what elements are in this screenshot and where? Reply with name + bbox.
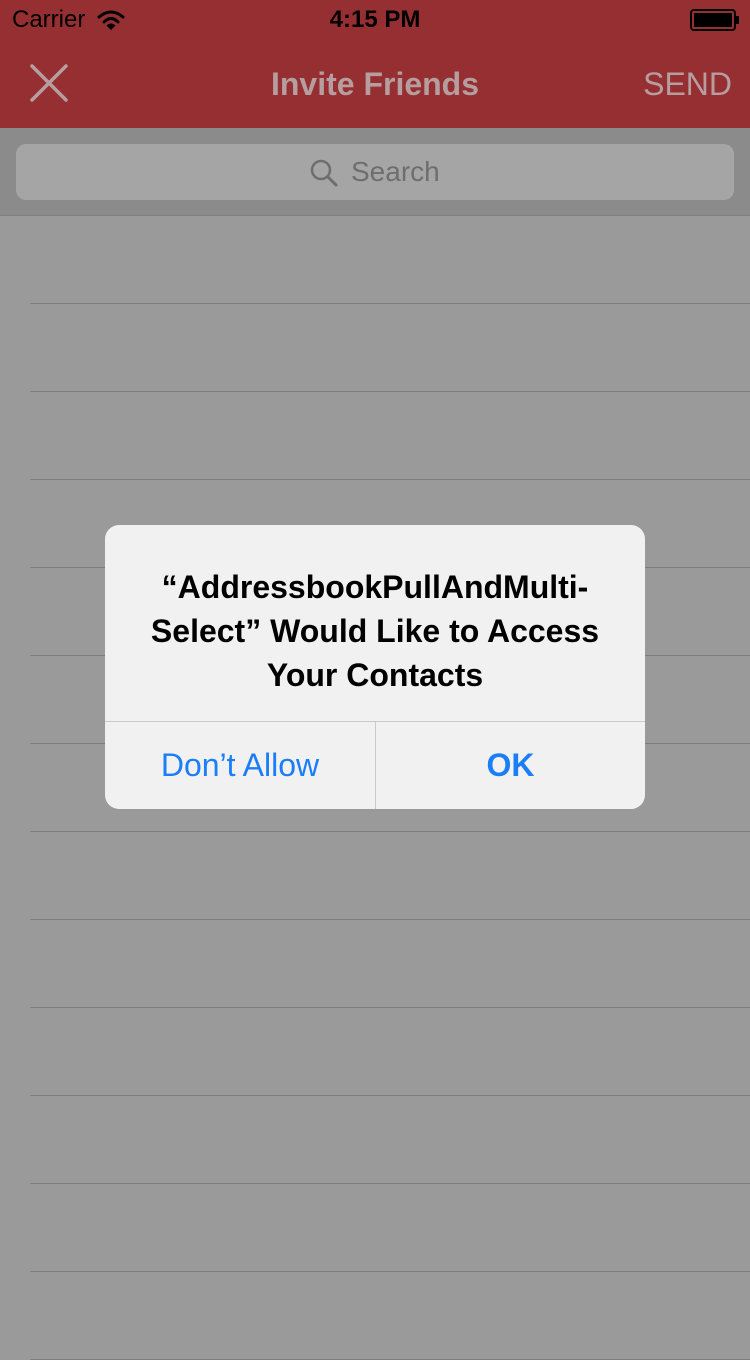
battery-icon [690, 9, 739, 31]
search-icon [310, 159, 338, 187]
send-button[interactable]: SEND [643, 62, 732, 106]
table-row[interactable] [30, 1183, 750, 1184]
close-icon [30, 64, 68, 102]
table-row[interactable] [30, 919, 750, 920]
table-row[interactable] [30, 1095, 750, 1096]
table-row[interactable] [30, 391, 750, 392]
search-input[interactable]: Search [16, 144, 734, 200]
close-button[interactable] [22, 56, 76, 110]
table-row[interactable] [30, 1271, 750, 1272]
search-placeholder: Search [351, 156, 440, 187]
table-row[interactable] [30, 831, 750, 832]
status-bar: Carrier 4:15 PM [0, 0, 750, 40]
alert-title: “AddressbookPullAndMulti-Select” Would L… [150, 569, 600, 693]
permission-alert: “AddressbookPullAndMulti-Select” Would L… [105, 525, 645, 809]
status-time: 4:15 PM [329, 6, 421, 33]
dont-allow-button[interactable]: Don’t Allow [105, 722, 375, 809]
table-row[interactable] [30, 479, 750, 480]
page-title: Invite Friends [270, 66, 480, 102]
navigation-bar: Invite Friends SEND [0, 40, 750, 128]
table-row[interactable] [30, 1007, 750, 1008]
ok-button[interactable]: OK [376, 722, 645, 809]
table-row[interactable] [30, 303, 750, 304]
search-bar: Search [0, 128, 750, 216]
